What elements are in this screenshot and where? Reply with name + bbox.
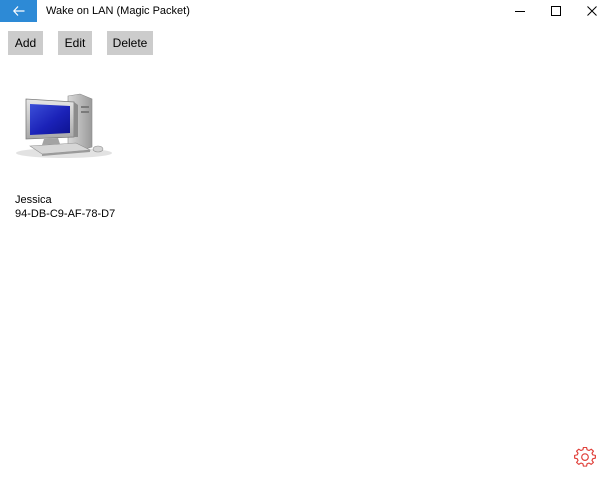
settings-button[interactable]: [574, 446, 596, 469]
app-window: Wake on LAN (Magic Packet) Add Edit Dele…: [0, 0, 610, 480]
minimize-icon: [515, 11, 525, 12]
device-mac-address: 94-DB-C9-AF-78-D7: [15, 208, 116, 220]
maximize-icon: [551, 6, 561, 16]
back-button[interactable]: [0, 0, 37, 22]
device-tile[interactable]: Jessica 94-DB-C9-AF-78-D7: [14, 93, 124, 223]
computer-icon: [16, 93, 112, 158]
gear-icon: [574, 446, 596, 467]
add-button[interactable]: Add: [8, 31, 43, 55]
delete-button[interactable]: Delete: [107, 31, 153, 55]
toolbar: Add Edit Delete: [8, 31, 153, 55]
minimize-button[interactable]: [502, 0, 538, 22]
window-title: Wake on LAN (Magic Packet): [46, 5, 190, 17]
close-button[interactable]: [574, 0, 610, 22]
window-controls: [502, 0, 610, 22]
title-bar: Wake on LAN (Magic Packet): [0, 0, 610, 22]
edit-button[interactable]: Edit: [58, 31, 92, 55]
arrow-left-icon: [12, 6, 24, 16]
close-icon: [587, 6, 597, 16]
maximize-button[interactable]: [538, 0, 574, 22]
device-name: Jessica: [15, 194, 52, 206]
